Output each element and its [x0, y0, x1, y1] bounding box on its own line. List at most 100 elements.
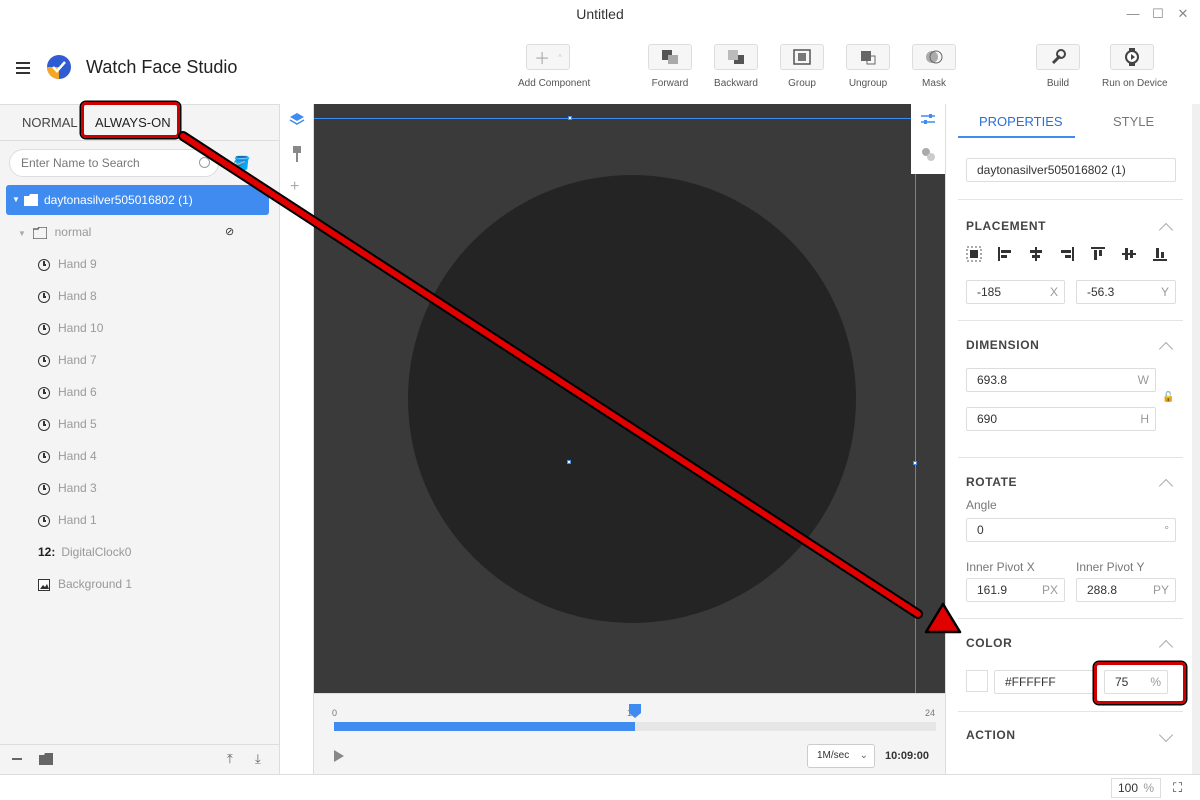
- tree-item-digital-clock[interactable]: 12: DigitalClock0: [38, 538, 131, 566]
- watch-face-circle[interactable]: [408, 175, 856, 623]
- tab-normal[interactable]: NORMAL: [22, 115, 78, 130]
- tab-properties[interactable]: PROPERTIES: [979, 114, 1063, 129]
- speed-select[interactable]: 1M/sec ⌄: [807, 744, 875, 768]
- fit-screen-icon[interactable]: ⛶: [1173, 780, 1182, 796]
- add-icon[interactable]: +: [290, 178, 299, 196]
- selection-handle[interactable]: [913, 461, 917, 465]
- subgroup-label: normal: [54, 225, 92, 239]
- add-component-button[interactable]: ＋ ^ Add Component: [518, 44, 591, 89]
- effects-icon[interactable]: [920, 146, 936, 162]
- tree-item-hand[interactable]: Hand 3: [38, 474, 97, 502]
- add-component-label: Add Component: [518, 78, 591, 89]
- tree-item-hand[interactable]: Hand 5: [38, 410, 97, 438]
- width-field[interactable]: 693.8 W: [966, 368, 1156, 392]
- search-input[interactable]: Enter Name to Search: [9, 149, 219, 177]
- angle-field[interactable]: 0 °: [966, 518, 1176, 542]
- pivot-y-field[interactable]: 288.8 PY: [1076, 578, 1176, 602]
- aspect-lock-icon[interactable]: 🔓: [1162, 392, 1174, 403]
- tree-item-hand[interactable]: Hand 8: [38, 282, 97, 310]
- sliders-icon[interactable]: [920, 112, 936, 126]
- build-button[interactable]: Build: [1028, 44, 1088, 89]
- chevron-down-icon[interactable]: [1158, 727, 1174, 743]
- digital-clock-icon: 12:: [38, 545, 56, 559]
- position-x-field[interactable]: -185 X: [966, 280, 1065, 304]
- close-icon[interactable]: ✕: [1175, 6, 1191, 22]
- expand-caret-icon[interactable]: ▼: [12, 185, 20, 215]
- minimize-icon[interactable]: —: [1125, 6, 1141, 22]
- tree-item-hand[interactable]: Hand 9: [38, 250, 97, 278]
- speed-value: 1M/sec: [817, 750, 850, 761]
- tab-style[interactable]: STYLE: [1113, 114, 1154, 129]
- position-y-unit: Y: [1160, 285, 1169, 299]
- brush-icon[interactable]: [292, 146, 302, 162]
- height-field[interactable]: 690 H: [966, 407, 1156, 431]
- align-center-both-icon[interactable]: [966, 246, 982, 262]
- zoom-field[interactable]: 100 %: [1111, 778, 1161, 798]
- chevron-up-icon[interactable]: [1158, 639, 1174, 655]
- group-button[interactable]: Group: [772, 44, 832, 89]
- tree-item-hand[interactable]: Hand 6: [38, 378, 97, 406]
- pivot-y-value: 288.8: [1087, 583, 1118, 597]
- visibility-off-icon[interactable]: ⊘: [225, 225, 234, 238]
- layers-icon[interactable]: [289, 112, 305, 128]
- expand-caret-icon[interactable]: ▼: [18, 229, 26, 238]
- tree-item-normal[interactable]: ▼ normal: [18, 218, 91, 246]
- image-icon: [38, 578, 50, 591]
- pivot-point[interactable]: [567, 460, 571, 464]
- chevron-up-icon[interactable]: [1158, 222, 1174, 238]
- align-right-icon[interactable]: [1059, 246, 1075, 262]
- new-folder-icon[interactable]: [39, 753, 53, 765]
- design-canvas[interactable]: [314, 104, 945, 693]
- play-icon[interactable]: [334, 750, 344, 762]
- pivot-x-field[interactable]: 161.9 PX: [966, 578, 1065, 602]
- run-on-device-button[interactable]: Run on Device: [1102, 44, 1168, 89]
- position-y-field[interactable]: -56.3 Y: [1076, 280, 1176, 304]
- chevron-up-icon[interactable]: [1158, 341, 1174, 357]
- divider: [958, 320, 1183, 321]
- clock-icon: [38, 418, 50, 431]
- maximize-icon[interactable]: ☐: [1150, 6, 1166, 22]
- remove-icon[interactable]: [12, 758, 22, 760]
- ungroup-button[interactable]: Ungroup: [838, 44, 898, 89]
- forward-button[interactable]: Forward: [640, 44, 700, 89]
- tree-item-hand[interactable]: Hand 1: [38, 506, 97, 534]
- action-header: ACTION: [966, 728, 1016, 742]
- tree-item-hand[interactable]: Hand 7: [38, 346, 97, 374]
- build-label: Build: [1046, 78, 1070, 89]
- tree-item-root-group[interactable]: ▼ daytonasilver505016802 (1): [6, 185, 269, 215]
- hamburger-menu-icon[interactable]: [16, 62, 30, 74]
- app-name: Watch Face Studio: [86, 57, 238, 77]
- paint-bucket-icon[interactable]: 🪣: [233, 155, 250, 172]
- add-icon: ＋ ^: [526, 44, 570, 70]
- backward-button[interactable]: Backward: [706, 44, 766, 89]
- move-down-icon[interactable]: ⤓: [255, 751, 261, 767]
- move-up-icon[interactable]: ⤒: [227, 751, 233, 767]
- zoom-value: 100: [1118, 781, 1139, 795]
- tree-item-hand[interactable]: Hand 4: [38, 442, 97, 470]
- clock-icon: [38, 482, 50, 495]
- align-top-icon[interactable]: [1090, 246, 1106, 262]
- align-bottom-icon[interactable]: [1152, 246, 1168, 262]
- forward-label: Forward: [651, 78, 689, 89]
- timeline-track[interactable]: [334, 722, 936, 731]
- mask-button[interactable]: Mask: [904, 44, 964, 89]
- position-y-value: -56.3: [1087, 285, 1115, 299]
- timeline-thumb[interactable]: [628, 703, 642, 719]
- background-label: Background 1: [58, 577, 133, 591]
- selection-handle[interactable]: [568, 116, 572, 120]
- tree-item-background[interactable]: Background 1: [38, 570, 132, 598]
- digital-clock-label: DigitalClock0: [61, 545, 132, 559]
- color-hex-field[interactable]: #FFFFFF: [994, 670, 1094, 694]
- angle-label: Angle: [966, 498, 997, 512]
- right-scrollbar[interactable]: [1192, 104, 1200, 774]
- hand-label: Hand 5: [58, 417, 97, 431]
- chevron-up-icon[interactable]: [1158, 478, 1174, 494]
- align-center-vertical-icon[interactable]: [1121, 246, 1137, 262]
- color-swatch[interactable]: [966, 670, 988, 692]
- properties-tabs: PROPERTIES STYLE: [946, 104, 1192, 140]
- align-left-icon[interactable]: [997, 246, 1013, 262]
- align-center-horizontal-icon[interactable]: [1028, 246, 1044, 262]
- rotate-header: ROTATE: [966, 475, 1018, 489]
- component-name-field[interactable]: daytonasilver505016802 (1): [966, 158, 1176, 182]
- tree-item-hand[interactable]: Hand 10: [38, 314, 103, 342]
